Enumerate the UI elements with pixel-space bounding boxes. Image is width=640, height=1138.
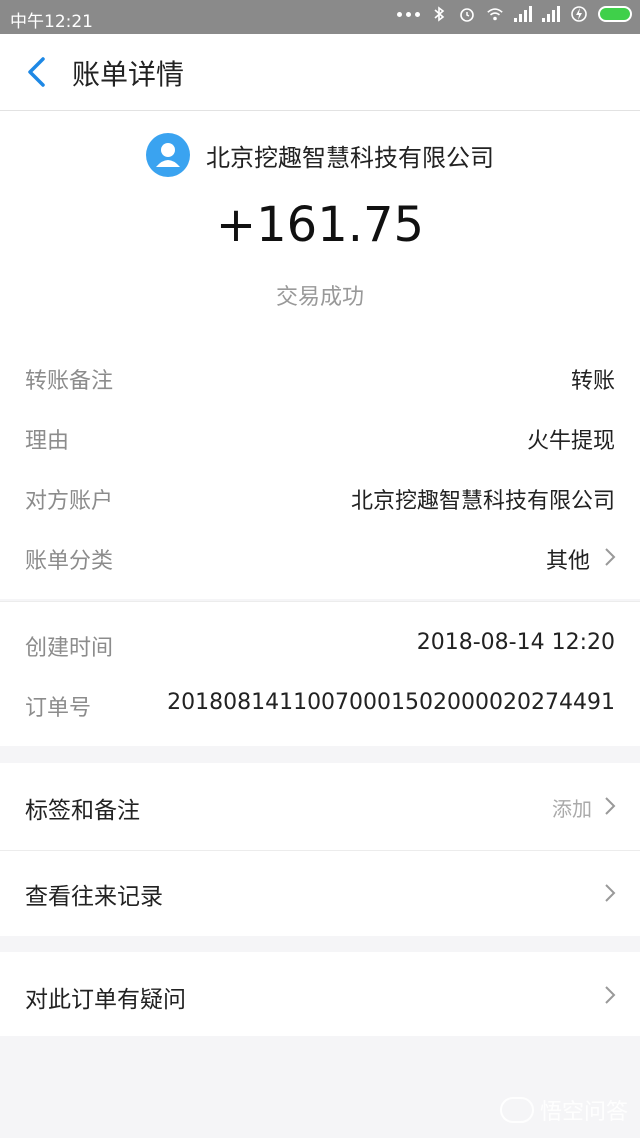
detail-value: 其他 (545, 549, 590, 574)
question-item[interactable]: 对此订单有疑问 (0, 952, 640, 1036)
more-dots-icon (397, 11, 420, 17)
history-item[interactable]: 查看往来记录 (0, 851, 640, 936)
detail-row-note: 转账备注 转账 (0, 347, 640, 407)
detail-row-reason: 理由 火牛提现 (0, 407, 640, 467)
chevron-right-icon (605, 986, 616, 1004)
detail-row-account: 对方账户 北京挖趣智慧科技有限公司 (0, 467, 640, 527)
watermark-logo-icon (499, 1097, 534, 1123)
detail-label: 对方账户 (25, 489, 114, 514)
action-group: 标签和备注 添加 查看往来记录 (0, 763, 640, 936)
chevron-right-icon (605, 884, 616, 902)
menu-label: 查看往来记录 (25, 884, 163, 910)
watermark: 悟空问答 (499, 1094, 628, 1126)
detail-label: 理由 (25, 429, 70, 454)
detail-value: 转账 (570, 369, 615, 394)
page-title: 账单详情 (72, 58, 185, 91)
bill-summary-card: 北京挖趣智慧科技有限公司 +161.75 交易成功 转账备注 转账 理由 火牛提… (0, 111, 640, 599)
chevron-right-icon (605, 797, 616, 815)
chevron-right-icon (605, 548, 616, 566)
bluetooth-icon (434, 6, 445, 22)
add-hint: 添加 (552, 797, 592, 821)
meta-value: 20180814110070001502000020274491 (167, 690, 615, 715)
status-bar: 中午12:21 (0, 0, 640, 34)
amount: +161.75 (215, 197, 425, 253)
meta-value: 2018-08-14 12:20 (416, 630, 615, 655)
person-icon (156, 143, 180, 167)
detail-label: 转账备注 (25, 369, 114, 394)
transaction-status: 交易成功 (275, 285, 364, 310)
meta-row-created: 创建时间 2018-08-14 12:20 (0, 614, 640, 674)
watermark-text: 悟空问答 (539, 1100, 628, 1125)
meta-label: 订单号 (25, 696, 92, 721)
wifi-icon (487, 8, 503, 21)
charging-icon (571, 6, 587, 22)
signal-icon (514, 6, 532, 22)
meta-row-order: 订单号 20180814110070001502000020274491 (0, 674, 640, 734)
menu-label: 标签和备注 (25, 798, 140, 824)
detail-row-category[interactable]: 账单分类 其他 (0, 527, 640, 587)
avatar (146, 133, 190, 177)
payee-row: 北京挖趣智慧科技有限公司 (0, 133, 640, 177)
payee-name: 北京挖趣智慧科技有限公司 (206, 143, 494, 172)
detail-value: 火牛提现 (526, 429, 615, 454)
meta-label: 创建时间 (25, 636, 114, 661)
menu-label: 对此订单有疑问 (25, 987, 186, 1013)
question-group: 对此订单有疑问 (0, 952, 640, 1036)
alarm-icon (460, 8, 474, 22)
status-time: 中午12:21 (10, 12, 93, 32)
signal-icon (542, 6, 560, 22)
battery-icon (598, 6, 632, 22)
detail-value: 北京挖趣智慧科技有限公司 (350, 489, 615, 514)
bill-meta-card: 创建时间 2018-08-14 12:20 订单号 20180814110070… (0, 601, 640, 746)
detail-label: 账单分类 (25, 549, 114, 574)
nav-bar: 账单详情 (0, 34, 640, 111)
tags-notes-item[interactable]: 标签和备注 添加 (0, 763, 640, 849)
back-button[interactable] (24, 56, 48, 88)
status-icons (397, 5, 632, 23)
